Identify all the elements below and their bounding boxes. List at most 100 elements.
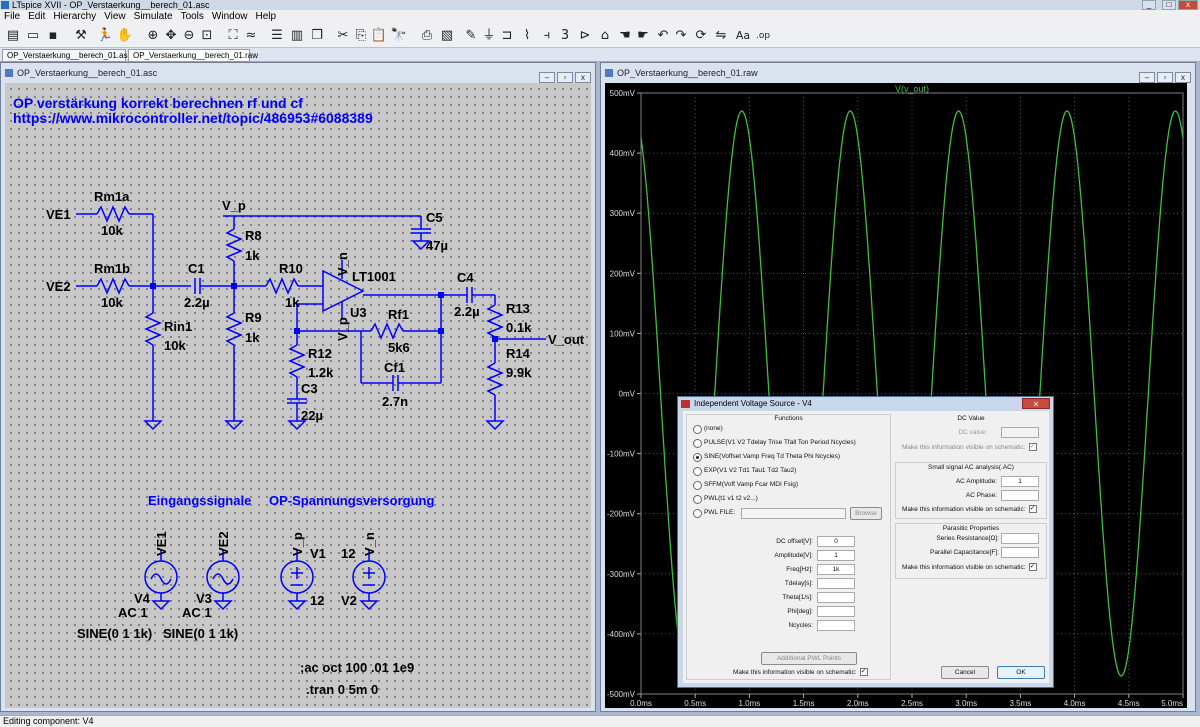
text-icon[interactable]: Aa — [734, 27, 752, 45]
waveform-close-button[interactable]: x — [1175, 72, 1191, 83]
copy-icon[interactable]: ⎘ — [352, 27, 370, 45]
parasitic-visible-checkbox[interactable]: Make this information visible on schemat… — [902, 563, 1037, 572]
label-c1-value: 2.2µ — [184, 295, 210, 310]
schematic-minimize-button[interactable]: – — [539, 72, 555, 83]
minimize-app-button[interactable]: _ — [1142, 0, 1156, 10]
series-resistance-input[interactable] — [1001, 533, 1039, 544]
dialog-close-button[interactable]: ✕ — [1022, 398, 1050, 409]
print-setup-icon[interactable]: ▧ — [438, 27, 456, 45]
fft-icon[interactable]: ≈ — [242, 27, 260, 45]
tile-horizontal-icon[interactable]: ☰ — [268, 27, 286, 45]
run-icon[interactable]: 🏃 — [96, 27, 114, 45]
function-exp-radio[interactable]: EXP(V1 V2 Td1 Tau1 Td2 Tau2) — [693, 466, 796, 476]
dc-offset-input[interactable]: 0 — [817, 536, 855, 547]
diode-icon[interactable]: ⊳ — [576, 27, 594, 45]
draw-wire-icon[interactable]: ✎ — [462, 27, 480, 45]
menu-file[interactable]: File — [0, 10, 24, 24]
schematic-close-button[interactable]: x — [575, 72, 591, 83]
menu-tools[interactable]: Tools — [177, 10, 208, 24]
amplitude-label: Amplitude[V]: — [774, 552, 813, 559]
open-icon[interactable]: ▭ — [24, 27, 42, 45]
directive-ac[interactable]: ;ac oct 100 .01 1e9 — [300, 660, 414, 675]
label-v3-net: VE2 — [216, 531, 231, 556]
menu-view[interactable]: View — [100, 10, 130, 24]
y-tick-label: 0mV — [619, 390, 636, 399]
phi-input[interactable] — [817, 606, 855, 617]
close-app-button[interactable]: x — [1178, 0, 1198, 10]
cascade-icon[interactable]: ❐ — [308, 27, 326, 45]
tab-schematic-label: OP_Verstaerkung__berech_01.asc — [7, 51, 132, 60]
ac-visible-checkbox[interactable]: Make this information visible on schemat… — [902, 505, 1037, 514]
menu-simulate[interactable]: Simulate — [130, 10, 177, 24]
tdelay-input[interactable] — [817, 578, 855, 589]
ground-icon[interactable]: ⏚ — [480, 27, 498, 45]
browse-button[interactable]: Browse — [850, 507, 882, 520]
mirror-icon[interactable]: ⇋ — [712, 27, 730, 45]
dc-value-input[interactable] — [1001, 427, 1039, 438]
schematic-restore-button[interactable]: ▫ — [557, 72, 573, 83]
dc-visible-checkbox[interactable]: Make this information visible on schemat… — [902, 443, 1037, 452]
freq-input[interactable]: 1k — [817, 564, 855, 575]
pwl-file-input[interactable] — [741, 508, 846, 519]
halt-icon[interactable]: ✋ — [116, 27, 134, 45]
label-r8: R8 — [245, 228, 262, 243]
cancel-button[interactable]: Cancel — [941, 666, 989, 679]
redo-icon[interactable]: ↷ — [672, 27, 690, 45]
function-sffm-radio[interactable]: SFFM(Voff Vamp Fcar MDI Fsig) — [693, 480, 798, 490]
print-icon[interactable]: ⎙ — [418, 27, 436, 45]
capacitor-icon[interactable]: ⫞ — [538, 27, 556, 45]
schematic-doc-icon — [5, 69, 13, 77]
function-pwl-file-radio[interactable]: PWL FILE: — [693, 508, 735, 518]
cut-icon[interactable]: ✂ — [334, 27, 352, 45]
ac-amplitude-input[interactable]: 1 — [1001, 476, 1039, 487]
amplitude-input[interactable]: 1 — [817, 550, 855, 561]
waveform-restore-button[interactable]: ▫ — [1157, 72, 1173, 83]
function-pulse-radio[interactable]: PULSE(V1 V2 Tdelay Trise Tfall Ton Perio… — [693, 438, 856, 448]
theta-input[interactable] — [817, 592, 855, 603]
new-schematic-icon[interactable]: ▤ — [4, 27, 22, 45]
autorange-icon[interactable]: ⛶ — [224, 27, 242, 45]
label-c4: C4 — [457, 270, 474, 285]
function-none-radio[interactable]: (none) — [693, 424, 723, 434]
undo-icon[interactable]: ↶ — [654, 27, 672, 45]
drag-icon[interactable]: ☛ — [634, 27, 652, 45]
function-sine-radio[interactable]: SINE(Voffset Vamp Freq Td Theta Phi Ncyc… — [693, 452, 840, 462]
waveform-minimize-button[interactable]: – — [1139, 72, 1155, 83]
rotate-icon[interactable]: ⟳ — [692, 27, 710, 45]
resistor-icon[interactable]: ⌇ — [518, 27, 536, 45]
tab-schematic[interactable]: OP_Verstaerkung__berech_01.asc — [2, 49, 132, 62]
maximize-app-button[interactable]: □ — [1162, 0, 1176, 10]
menu-help[interactable]: Help — [252, 10, 281, 24]
schematic-canvas[interactable]: OP verstärkung korrekt berechnen rf und … — [5, 83, 591, 708]
menu-window[interactable]: Window — [208, 10, 252, 24]
ncycles-input[interactable] — [817, 620, 855, 631]
control-panel-icon[interactable]: ⚒ — [72, 27, 90, 45]
functions-visible-checkbox[interactable]: Make this information visible on schemat… — [733, 668, 868, 677]
spice-directive-icon[interactable]: .op — [754, 27, 772, 45]
tile-vertical-icon[interactable]: ▥ — [288, 27, 306, 45]
pan-icon[interactable]: ✥ — [162, 27, 180, 45]
label-r9-value: 1k — [245, 330, 260, 345]
ac-phase-input[interactable] — [1001, 490, 1039, 501]
zoom-out-icon[interactable]: ⊖ — [180, 27, 198, 45]
zoom-fit-icon[interactable]: ⊡ — [198, 27, 216, 45]
zoom-in-icon[interactable]: ⊕ — [144, 27, 162, 45]
inductor-icon[interactable]: 3 — [556, 27, 574, 45]
directive-tran[interactable]: .tran 0 5m 0 — [306, 682, 378, 697]
additional-pwl-button[interactable]: Additional PWL Points — [761, 652, 857, 665]
paste-icon[interactable]: 📋 — [370, 27, 388, 45]
ok-button[interactable]: OK — [997, 666, 1045, 679]
x-tick-label: 2.0ms — [847, 699, 869, 708]
save-icon[interactable]: ▪ — [44, 27, 62, 45]
function-pwl-radio[interactable]: PWL(t1 v1 t2 v2...) — [693, 494, 758, 504]
menu-edit[interactable]: Edit — [24, 10, 49, 24]
component-icon[interactable]: ⌂ — [596, 27, 614, 45]
label-net-icon[interactable]: ⊐ — [498, 27, 516, 45]
label-rin1: Rin1 — [164, 319, 192, 334]
parallel-capacitance-input[interactable] — [1001, 547, 1039, 558]
label-rm1b: Rm1b — [94, 261, 130, 276]
tab-waveform[interactable]: OP_Verstaerkung__berech_01.raw — [128, 49, 258, 62]
menu-hierarchy[interactable]: Hierarchy — [49, 10, 100, 24]
move-icon[interactable]: ☚ — [616, 27, 634, 45]
find-icon[interactable]: 🔭 — [390, 27, 408, 45]
